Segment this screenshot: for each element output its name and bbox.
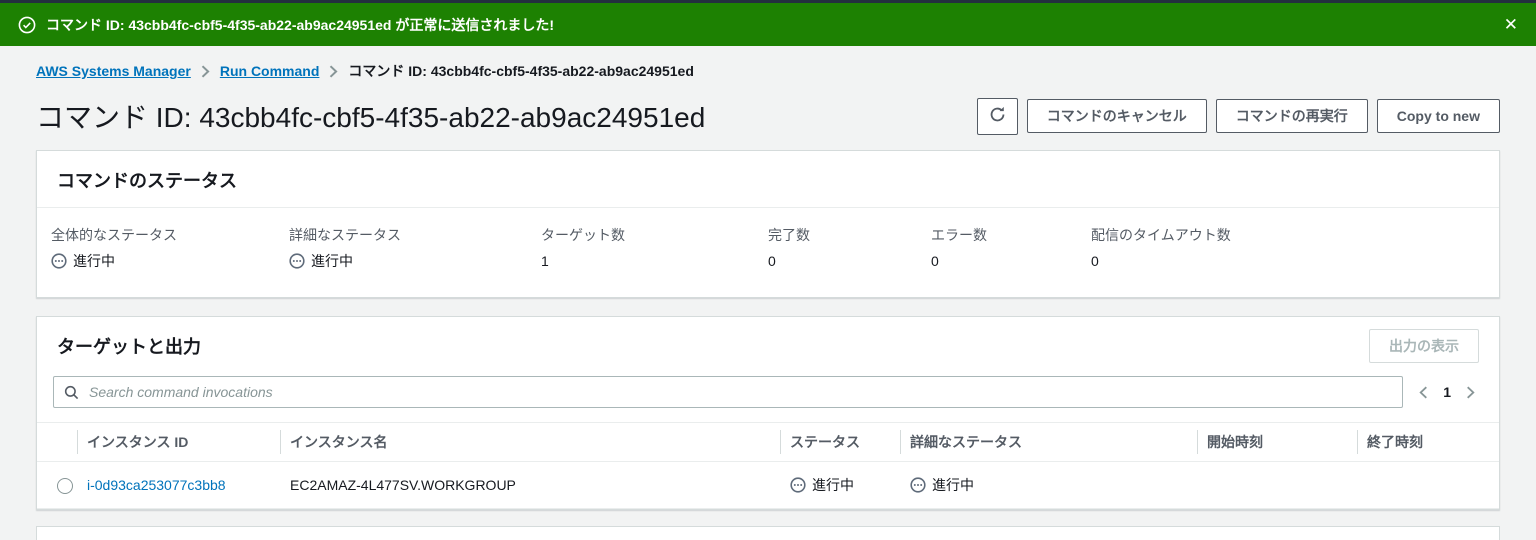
table-header-row: インスタンス ID インスタンス名 ステータス 詳細なステータス 開始時刻 終了… [37,422,1499,462]
success-banner: コマンド ID: 43cbb4fc-cbf5-4f35-ab22-ab9ac24… [0,3,1536,46]
column-header-start-time[interactable]: 開始時刻 [1197,422,1357,462]
banner-message: コマンド ID: 43cbb4fc-cbf5-4f35-ab22-ab9ac24… [46,16,555,33]
column-header-detailed-status[interactable]: 詳細なステータス [900,422,1197,462]
field-value: 0 [931,253,939,269]
in-progress-icon [51,253,67,269]
field-detailed-status: 詳細なステータス 進行中 [289,225,541,271]
chevron-right-icon [201,65,210,78]
table-row: i-0d93ca253077c3bb8 EC2AMAZ-4L477SV.WORK… [37,461,1499,509]
pagination: 1 [1419,384,1475,400]
in-progress-icon [289,253,305,269]
status-cell-text: 進行中 [812,477,854,493]
field-value: 進行中 [311,253,353,269]
row-radio-button[interactable] [57,477,73,494]
close-icon[interactable]: ✕ [1504,16,1518,33]
column-header-status[interactable]: ステータス [780,422,900,462]
field-label: 詳細なステータス [289,227,401,243]
previous-page-icon[interactable] [1419,386,1428,399]
next-card-edge [36,526,1500,540]
view-output-button[interactable]: 出力の表示 [1369,329,1479,363]
column-header-instance-id[interactable]: インスタンス ID [77,422,280,462]
field-completed-count: 完了数 0 [768,225,931,271]
field-value: 進行中 [73,253,115,269]
page-header: コマンド ID: 43cbb4fc-cbf5-4f35-ab22-ab9ac24… [36,96,1500,136]
field-error-count: エラー数 0 [931,225,1091,271]
field-value: 0 [768,253,776,269]
invocations-table: インスタンス ID インスタンス名 ステータス 詳細なステータス 開始時刻 終了… [37,422,1499,509]
instance-id-link[interactable]: i-0d93ca253077c3bb8 [87,477,226,493]
command-status-title: コマンドのステータス [37,151,1499,208]
column-header-end-time[interactable]: 終了時刻 [1357,422,1499,462]
instance-name-cell: EC2AMAZ-4L477SV.WORKGROUP [280,461,780,509]
detailed-status-cell-text: 進行中 [932,477,974,493]
search-input[interactable] [87,383,1393,401]
page-title: コマンド ID: 43cbb4fc-cbf5-4f35-ab22-ab9ac24… [36,102,706,133]
field-label: ターゲット数 [541,227,625,243]
field-value: 0 [1091,253,1099,269]
field-delivery-timeout-count: 配信のタイムアウト数 0 [1091,225,1479,271]
field-label: エラー数 [931,227,987,243]
end-time-cell [1357,461,1499,509]
refresh-button[interactable] [976,97,1018,135]
command-status-fields: 全体的なステータス 進行中 詳細なステータス 進行中 ターゲット数 1 完了数 … [37,208,1499,297]
field-label: 完了数 [768,227,810,243]
column-header-instance-name[interactable]: インスタンス名 [280,422,780,462]
breadcrumb: AWS Systems Manager Run Command コマンド ID:… [36,61,1500,81]
field-value: 1 [541,253,549,269]
toolbar: コマンドのキャンセル コマンドの再実行 Copy to new [976,97,1500,135]
field-overall-status: 全体的なステータス 進行中 [51,225,289,271]
page-number[interactable]: 1 [1443,384,1451,400]
start-time-cell [1197,461,1357,509]
select-column-header [37,422,77,462]
field-label: 全体的なステータス [51,227,177,243]
main-content: AWS Systems Manager Run Command コマンド ID:… [0,46,1536,510]
field-label: 配信のタイムアウト数 [1091,227,1231,243]
breadcrumb-link-run-command[interactable]: Run Command [220,63,320,79]
search-icon [64,385,79,400]
in-progress-icon [910,477,926,493]
next-page-icon[interactable] [1466,386,1475,399]
field-target-count: ターゲット数 1 [541,225,768,271]
check-circle-icon [18,16,36,34]
search-box [53,376,1404,408]
command-status-card: コマンドのステータス 全体的なステータス 進行中 詳細なステータス 進行中 ター… [36,150,1500,298]
refresh-icon [989,106,1006,127]
targets-output-title: ターゲットと出力 [57,337,201,357]
in-progress-icon [790,477,806,493]
rerun-command-button[interactable]: コマンドの再実行 [1215,99,1368,133]
breadcrumb-current: コマンド ID: 43cbb4fc-cbf5-4f35-ab22-ab9ac24… [348,63,694,79]
search-row: 1 [37,373,1499,422]
chevron-right-icon [329,65,338,78]
copy-to-new-button[interactable]: Copy to new [1376,99,1500,133]
breadcrumb-link-systems-manager[interactable]: AWS Systems Manager [36,63,191,79]
cancel-command-button[interactable]: コマンドのキャンセル [1026,99,1207,133]
targets-output-card: ターゲットと出力 出力の表示 1 [36,316,1500,510]
